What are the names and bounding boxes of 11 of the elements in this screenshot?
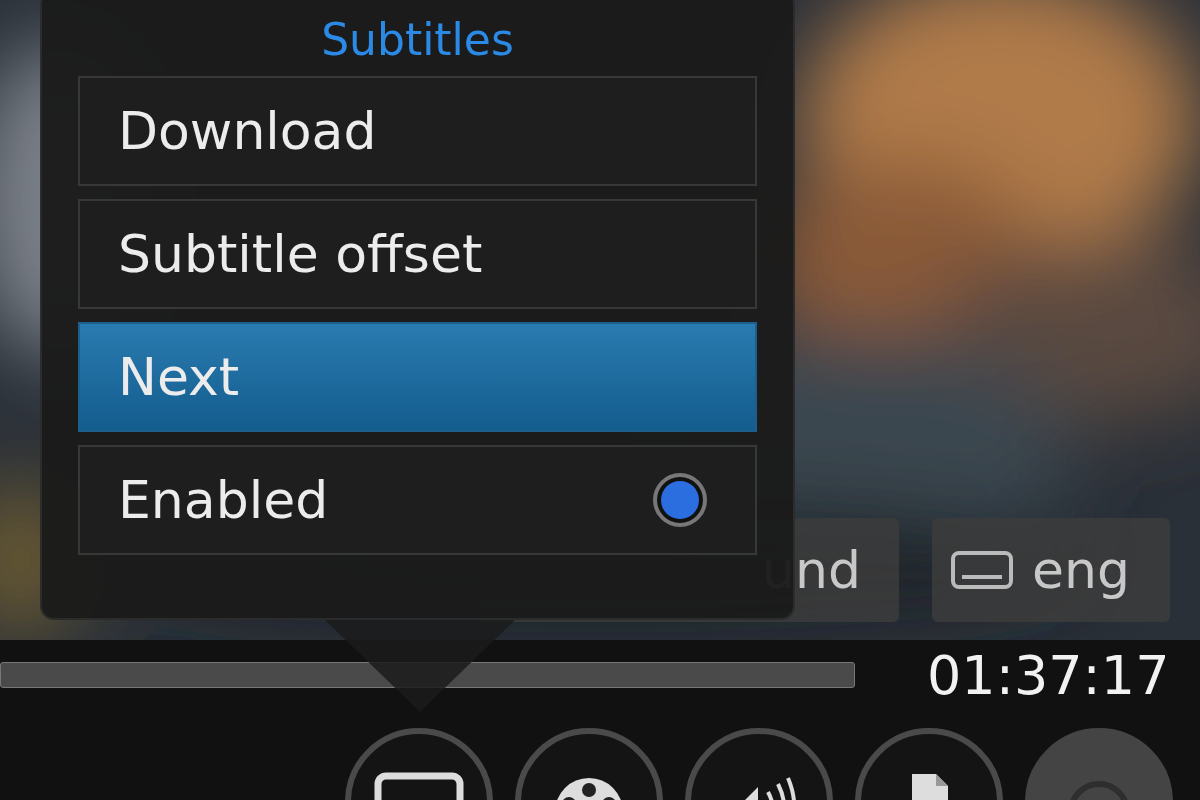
- menu-item[interactable]: Enabled: [78, 445, 757, 555]
- subtitle-chip[interactable]: eng: [932, 518, 1170, 622]
- menu-item[interactable]: Download: [78, 76, 757, 186]
- progress-track[interactable]: [0, 662, 855, 688]
- menu-item[interactable]: Next: [78, 322, 757, 432]
- subtitle-icon: [950, 550, 1015, 590]
- playback-time: 01:37:17: [927, 643, 1170, 707]
- radio-button[interactable]: [653, 473, 707, 527]
- menu-title: Subtitles: [320, 13, 515, 67]
- subtitle-language: eng: [1032, 540, 1130, 600]
- menu-item[interactable]: Subtitle offset: [78, 199, 757, 309]
